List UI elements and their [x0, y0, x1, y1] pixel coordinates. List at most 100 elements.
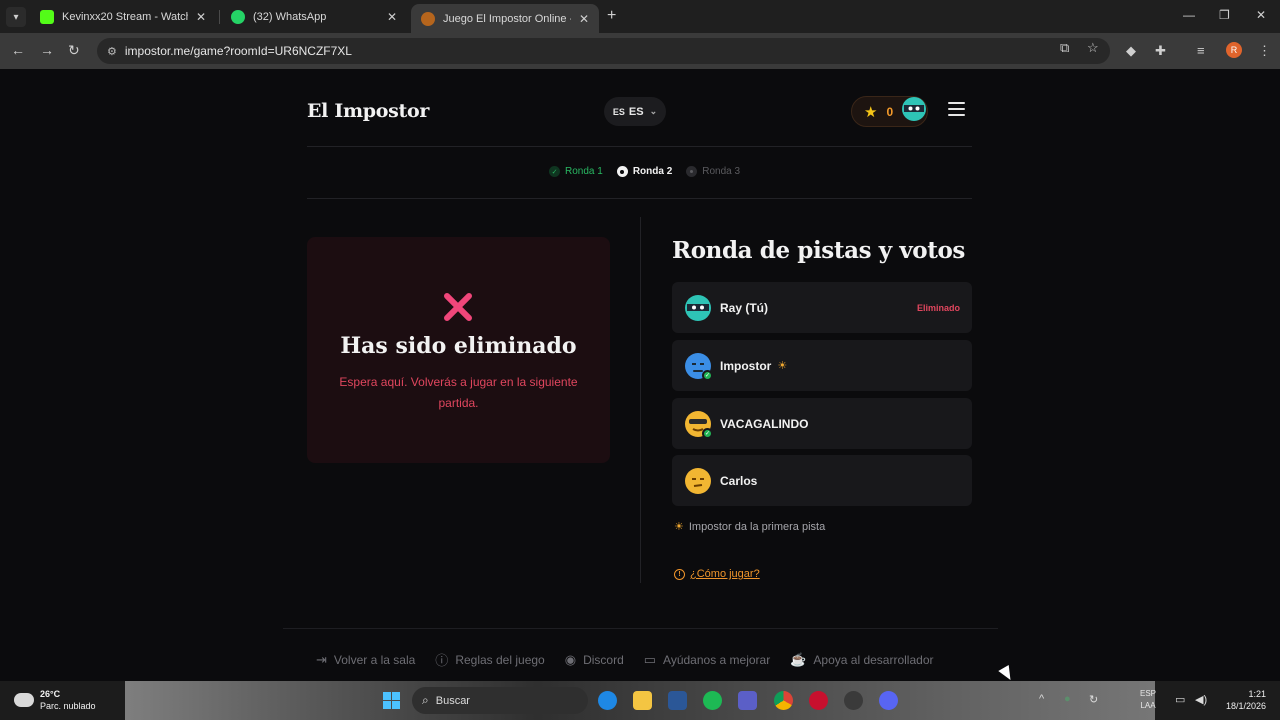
language-selector[interactable]: ES ES ⌄: [604, 97, 666, 126]
pending-dot-icon: [686, 166, 698, 177]
footer-link-support[interactable]: ☕ Apoya al desarrollador: [790, 652, 933, 668]
back-icon[interactable]: ←: [11, 42, 25, 58]
forward-icon[interactable]: →: [40, 42, 54, 58]
tab-search-button[interactable]: ▾: [6, 7, 26, 27]
edge-icon[interactable]: [598, 691, 617, 710]
weather-widget[interactable]: 26°C Parc. nublado: [11, 688, 96, 712]
windows-start-icon[interactable]: [383, 692, 400, 709]
sun-icon: ☀: [674, 521, 684, 533]
discord-icon[interactable]: [879, 691, 898, 710]
how-to-play-link[interactable]: ! ¿Cómo jugar?: [674, 568, 760, 580]
profile-avatar[interactable]: R: [1226, 42, 1242, 58]
footer-link-discord[interactable]: ◉ Discord: [565, 652, 624, 668]
footer-link-back-to-room[interactable]: ⇥ Volver a la sala: [316, 652, 415, 668]
hamburger-menu-icon[interactable]: [948, 102, 965, 116]
flag-icon: ES: [612, 106, 625, 117]
player-card[interactable]: ✓ Impostor ☀: [672, 340, 972, 391]
footer-link-label: Discord: [583, 652, 624, 667]
file-explorer-icon[interactable]: [633, 691, 652, 710]
clock[interactable]: 1:21 18/1/2026: [1216, 688, 1266, 712]
how-to-play-label: ¿Cómo jugar?: [690, 568, 760, 580]
sunglasses-avatar-icon: ✓: [685, 410, 713, 439]
section-title: Ronda de pistas y votos: [672, 237, 965, 264]
new-tab-icon[interactable]: +: [607, 7, 616, 25]
network-icon[interactable]: ▭: [1175, 693, 1185, 706]
reload-icon[interactable]: ↻: [68, 42, 80, 59]
address-bar[interactable]: ⚙ impostor.me/game?roomId=UR6NCZF7XL: [97, 38, 1110, 64]
tab-title: (32) WhatsApp: [253, 10, 327, 23]
media-control-icon[interactable]: ≡: [1197, 43, 1205, 58]
info-icon: ⓘ: [435, 653, 449, 668]
extension-icon[interactable]: ◆: [1126, 43, 1136, 59]
language-code: ES: [628, 105, 644, 118]
round-label: Ronda 3: [702, 166, 741, 177]
puzzle-icon[interactable]: ✚: [1155, 43, 1166, 59]
bookmark-star-icon[interactable]: ☆: [1087, 40, 1099, 56]
eliminated-title: Has sido eliminado: [340, 333, 577, 359]
legend-text: Impostor da la primera pista: [688, 520, 826, 533]
footer-link-feedback[interactable]: ▭ Ayúdanos a mejorar: [644, 652, 770, 668]
teams-icon[interactable]: [738, 691, 757, 710]
chevron-down-icon: ⌄: [649, 106, 658, 116]
footer-link-rules[interactable]: ⓘ Reglas del juego: [435, 650, 544, 669]
round-label: Ronda 2: [632, 166, 673, 177]
close-icon[interactable]: ✕: [387, 10, 397, 24]
tray-chevron-up-icon[interactable]: ^: [1039, 693, 1044, 705]
more-menu-icon[interactable]: ⋮: [1258, 43, 1271, 59]
round-label: Ronda 1: [565, 166, 603, 177]
player-card[interactable]: ✓ VACAGALINDO: [672, 398, 972, 449]
round-indicator-3: Ronda 3: [686, 166, 740, 177]
footer-links: ⇥ Volver a la sala ⓘ Reglas del juego ◉ …: [316, 650, 954, 669]
voted-check-icon: ✓: [702, 427, 713, 439]
player-name: Impostor: [720, 358, 772, 373]
score-badge[interactable]: ★ 0: [851, 96, 928, 127]
player-name: Carlos: [720, 473, 758, 488]
word-icon[interactable]: [668, 691, 687, 710]
page-content: El Impostor ES ES ⌄ ★ 0 ✓ Ronda 1 Ronda …: [0, 69, 1280, 681]
divider: [307, 198, 972, 199]
footer-link-label: Reglas del juego: [455, 652, 545, 667]
legend: ☀ Impostor da la primera pista: [674, 520, 826, 534]
tab-title: Kevinxx20 Stream - Watch Live: [62, 10, 188, 23]
volume-icon[interactable]: ◀): [1195, 693, 1207, 706]
browser-tab-bar: ▾ Kevinxx20 Stream - Watch Live ✕ (32) W…: [0, 0, 1280, 33]
chrome-icon[interactable]: [774, 691, 793, 710]
round-indicator-2: Ronda 2: [616, 166, 673, 177]
brand-logo[interactable]: El Impostor: [307, 100, 429, 122]
browser-toolbar: ← → ↻ ⚙ impostor.me/game?roomId=UR6NCZF7…: [0, 33, 1280, 69]
discord-icon: ◉: [564, 651, 577, 667]
score-value: 0: [886, 104, 894, 119]
current-dot-icon: [616, 166, 628, 177]
tab-kick[interactable]: Kevinxx20 Stream - Watch Live ✕: [30, 4, 216, 29]
divider: [307, 146, 972, 147]
restore-icon[interactable]: ❐: [1219, 8, 1230, 22]
site-info-icon[interactable]: ⚙: [107, 45, 117, 58]
obs-icon[interactable]: [844, 691, 863, 710]
close-icon[interactable]: ✕: [196, 10, 206, 24]
impostor-favicon-icon: [421, 11, 435, 26]
lang-top: ESP: [1140, 689, 1157, 698]
install-app-icon[interactable]: ⧉: [1060, 40, 1069, 56]
clock-date: 18/1/2026: [1225, 701, 1266, 711]
tray-sync-icon[interactable]: ↻: [1089, 693, 1098, 706]
eliminated-message: Espera aquí. Volverás a jugar en la sigu…: [339, 375, 578, 410]
player-card[interactable]: Ray (Tú) Eliminado: [672, 282, 972, 333]
lang-bottom: LAA: [1140, 701, 1156, 710]
close-icon[interactable]: ✕: [579, 12, 589, 26]
spotify-icon[interactable]: [703, 691, 722, 710]
weather-temp: 26°C: [40, 689, 61, 699]
tab-impostor[interactable]: Juego El Impostor Online - Jug ✕: [411, 4, 599, 33]
footer-link-label: Apoya al desarrollador: [813, 652, 934, 667]
partly-cloudy-icon: [11, 688, 34, 707]
round-progress: ✓ Ronda 1 Ronda 2 Ronda 3: [549, 166, 754, 177]
whatsapp-favicon-icon: [231, 9, 245, 24]
url-text: impostor.me/game?roomId=UR6NCZF7XL: [124, 44, 352, 58]
window-close-icon[interactable]: ✕: [1256, 8, 1266, 22]
player-card[interactable]: Carlos: [672, 455, 972, 506]
taskbar-search[interactable]: ⌕ Buscar: [412, 687, 588, 714]
tab-whatsapp[interactable]: (32) WhatsApp ✕: [221, 4, 407, 29]
tray-app-icon[interactable]: ●: [1064, 693, 1071, 705]
app-icon[interactable]: [809, 691, 828, 710]
minimize-icon[interactable]: —: [1183, 8, 1195, 22]
input-language[interactable]: ESP LAA: [1140, 688, 1156, 712]
